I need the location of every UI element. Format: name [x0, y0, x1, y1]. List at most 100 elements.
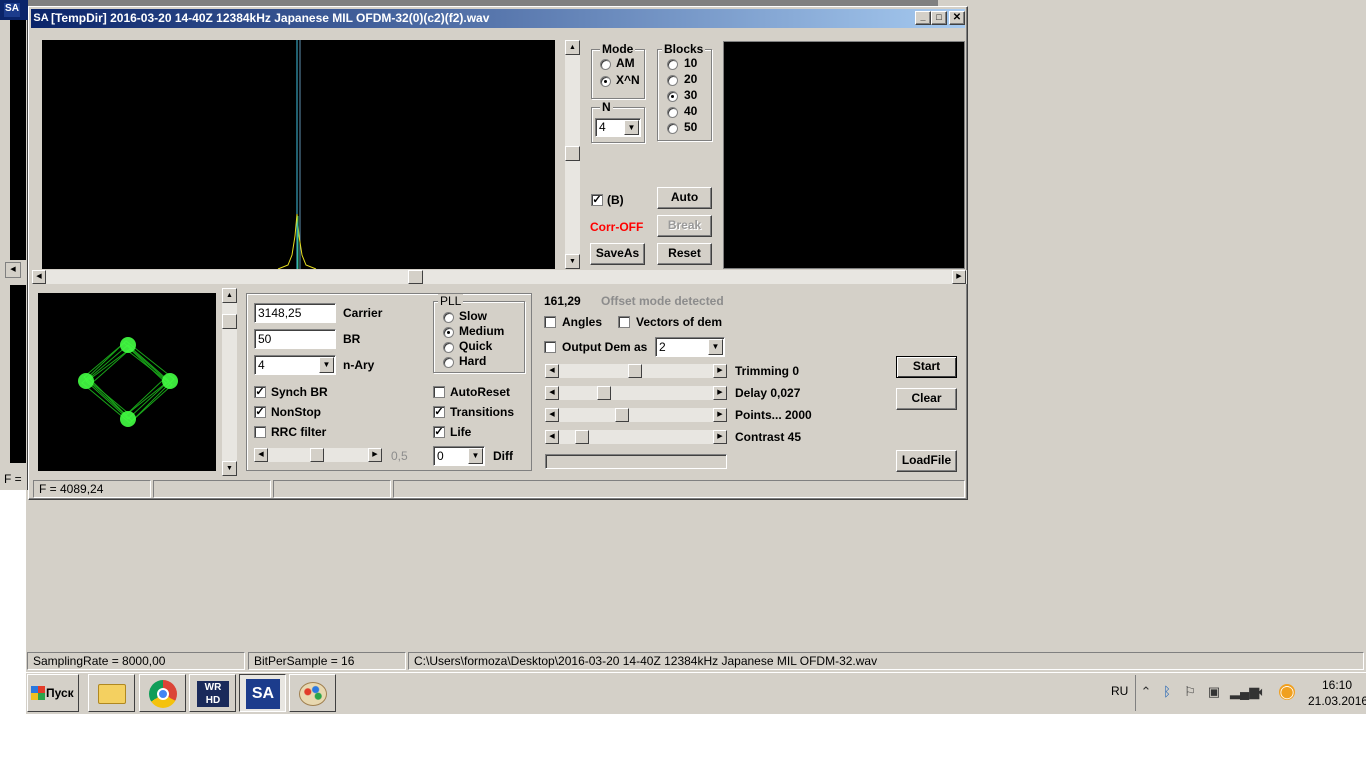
rrc-slider[interactable]: ◀ ▶	[254, 448, 382, 462]
mode-am-radio[interactable]	[600, 59, 611, 70]
network-signal-icon[interactable]: ▂▄▆	[1230, 684, 1259, 700]
scroll-down-arrow[interactable]: ▼	[222, 461, 237, 476]
scroll-left-arrow[interactable]: ◀	[32, 270, 46, 284]
constellation-display[interactable]	[38, 293, 216, 471]
synch-br-checkbox[interactable]: ✓	[254, 386, 266, 398]
chevron-down-icon[interactable]: ▼	[624, 120, 639, 135]
scroll-left-arrow[interactable]: ◀	[545, 430, 559, 444]
scroll-left-arrow[interactable]: ◀	[545, 364, 559, 378]
chevron-down-icon[interactable]: ▼	[319, 357, 334, 373]
device-icon[interactable]: ▣	[1206, 684, 1222, 700]
constellation-vscroll[interactable]: ▲ ▼	[222, 288, 237, 476]
clock-time[interactable]: 16:10	[1322, 678, 1352, 692]
constellation-vscroll-thumb[interactable]	[222, 314, 237, 329]
scroll-up-arrow[interactable]: ▲	[565, 40, 580, 55]
nary-select[interactable]: 4 ▼	[254, 355, 336, 375]
transitions-checkbox[interactable]: ✓	[433, 406, 445, 418]
delay-slider[interactable]: ◀ ▶	[545, 386, 727, 400]
pll-medium-radio[interactable]	[443, 327, 454, 338]
tray-expand-icon[interactable]: ⌃	[1138, 684, 1154, 700]
scroll-right-arrow[interactable]: ▶	[713, 430, 727, 444]
sa-taskbar-button[interactable]: SA	[239, 674, 286, 712]
points-slider-thumb[interactable]	[615, 408, 629, 422]
minimize-button[interactable]: _	[915, 11, 931, 25]
loadfile-button[interactable]: LoadFile	[896, 450, 957, 472]
start-button[interactable]: Start	[896, 356, 957, 378]
clock-date[interactable]: 21.03.2016	[1308, 694, 1366, 708]
blocks-50-radio[interactable]	[667, 123, 678, 134]
pll-hard-radio[interactable]	[443, 357, 454, 368]
spectrum-hscroll[interactable]: ◀ ▶	[32, 270, 967, 284]
bg-window-pane-2	[10, 285, 26, 463]
trimming-label: Trimming 0	[735, 364, 800, 378]
autoreset-checkbox[interactable]	[433, 386, 445, 398]
paint-taskbar-button[interactable]	[289, 674, 336, 712]
app-tray-icon[interactable]: ◯	[1279, 684, 1295, 700]
life-checkbox[interactable]: ✓	[433, 426, 445, 438]
scroll-right-arrow[interactable]: ▶	[368, 448, 382, 462]
scroll-down-arrow[interactable]: ▼	[565, 254, 580, 269]
pll-quick-label: Quick	[459, 339, 493, 353]
spectrum-vscroll-thumb[interactable]	[565, 146, 580, 161]
pll-slow-radio[interactable]	[443, 312, 454, 323]
scroll-right-arrow[interactable]: ▶	[713, 386, 727, 400]
delay-slider-thumb[interactable]	[597, 386, 611, 400]
blocks-10-radio[interactable]	[667, 59, 678, 70]
scroll-right-arrow[interactable]: ▶	[713, 408, 727, 422]
background-window[interactable]: SA ◀ F =	[0, 0, 28, 490]
close-button[interactable]: ✕	[949, 11, 965, 25]
chevron-down-icon[interactable]: ▼	[708, 339, 723, 355]
clear-button[interactable]: Clear	[896, 388, 957, 410]
chevron-down-icon[interactable]: ▼	[468, 448, 483, 464]
pll-quick-radio[interactable]	[443, 342, 454, 353]
contrast-slider-thumb[interactable]	[575, 430, 589, 444]
blocks-20-radio[interactable]	[667, 75, 678, 86]
wrhd-taskbar-button[interactable]: WR HD	[189, 674, 236, 712]
points-slider[interactable]: ◀ ▶	[545, 408, 727, 422]
diff-select[interactable]: 0 ▼	[433, 446, 485, 466]
language-indicator[interactable]: RU	[1111, 684, 1128, 698]
rrc-slider-thumb[interactable]	[310, 448, 324, 462]
explorer-taskbar-button[interactable]	[88, 674, 135, 712]
scroll-left-arrow[interactable]: ◀	[545, 386, 559, 400]
spectrum-hscroll-thumb[interactable]	[408, 270, 423, 284]
scroll-left-arrow[interactable]: ◀	[545, 408, 559, 422]
vectors-checkbox[interactable]	[618, 316, 630, 328]
start-menu-button[interactable]: Пуск	[27, 674, 79, 712]
rrc-filter-checkbox[interactable]	[254, 426, 266, 438]
b-checkbox[interactable]: ✓	[591, 194, 603, 206]
maximize-button[interactable]: □	[931, 11, 947, 25]
spectrum-display[interactable]	[42, 40, 555, 270]
auto-button[interactable]: Auto	[657, 187, 712, 209]
spectrum-vscroll[interactable]: ▲ ▼	[565, 40, 580, 269]
carrier-input[interactable]: 3148,25	[254, 303, 336, 323]
br-input[interactable]: 50	[254, 329, 336, 349]
bluetooth-icon[interactable]: ᛒ	[1159, 684, 1175, 700]
scroll-up-arrow[interactable]: ▲	[222, 288, 237, 303]
window-titlebar[interactable]: SA [TempDir] 2016-03-20 14-40Z 12384kHz …	[31, 9, 965, 28]
scroll-left-arrow[interactable]: ◀	[254, 448, 268, 462]
bg-window-left-arrow[interactable]: ◀	[5, 262, 21, 278]
saveas-button[interactable]: SaveAs	[590, 243, 645, 265]
trimming-slider-thumb[interactable]	[628, 364, 642, 378]
nonstop-checkbox[interactable]: ✓	[254, 406, 266, 418]
angles-checkbox[interactable]	[544, 316, 556, 328]
break-button[interactable]: Break	[657, 215, 712, 237]
blocks-30-radio[interactable]	[667, 91, 678, 102]
reset-button[interactable]: Reset	[657, 243, 712, 265]
scroll-right-arrow[interactable]: ▶	[952, 270, 966, 284]
volume-icon[interactable]: 🔈︎	[1254, 684, 1270, 700]
scroll-right-arrow[interactable]: ▶	[713, 364, 727, 378]
trimming-slider[interactable]: ◀ ▶	[545, 364, 727, 378]
secondary-display[interactable]	[723, 41, 965, 269]
contrast-slider[interactable]: ◀ ▶	[545, 430, 727, 444]
main-window[interactable]: SA [TempDir] 2016-03-20 14-40Z 12384kHz …	[28, 6, 968, 500]
blocks-40-radio[interactable]	[667, 107, 678, 118]
output-dem-select[interactable]: 2 ▼	[655, 337, 725, 357]
output-dem-checkbox[interactable]	[544, 341, 556, 353]
chrome-taskbar-button[interactable]	[139, 674, 186, 712]
mode-xn-radio[interactable]	[600, 76, 611, 87]
sa-app-icon: SA	[33, 12, 49, 24]
flag-icon[interactable]: ⚐	[1182, 684, 1198, 700]
n-select[interactable]: 4 ▼	[595, 118, 641, 137]
